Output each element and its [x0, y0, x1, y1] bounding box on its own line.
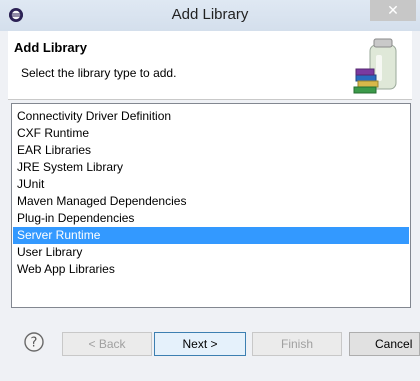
title-bar[interactable]: Add Library ✕ [0, 0, 420, 31]
library-type-list[interactable]: Connectivity Driver Definition CXF Runti… [11, 103, 411, 308]
header-description: Select the library type to add. [21, 66, 177, 80]
list-item[interactable]: JRE System Library [13, 159, 409, 176]
list-item[interactable]: Plug-in Dependencies [13, 210, 409, 227]
close-button[interactable]: ✕ [370, 0, 416, 21]
wizard-header: Add Library Select the library type to a… [8, 31, 412, 100]
list-item[interactable]: CXF Runtime [13, 125, 409, 142]
list-item[interactable]: Web App Libraries [13, 261, 409, 278]
finish-button[interactable]: Finish [252, 332, 342, 356]
list-item[interactable]: Maven Managed Dependencies [13, 193, 409, 210]
add-library-dialog: Add Library ✕ Add Library Select the lib… [0, 0, 420, 381]
list-item-selected[interactable]: Server Runtime [13, 227, 409, 244]
close-icon: ✕ [387, 2, 399, 18]
cancel-button[interactable]: Cancel [349, 332, 420, 356]
help-icon[interactable]: ? [24, 332, 44, 352]
header-title: Add Library [14, 40, 87, 55]
library-jar-books-icon [344, 35, 410, 95]
svg-text:?: ? [31, 336, 38, 351]
list-item[interactable]: EAR Libraries [13, 142, 409, 159]
next-button[interactable]: Next > [154, 332, 246, 356]
list-item[interactable]: Connectivity Driver Definition [13, 108, 409, 125]
list-item[interactable]: User Library [13, 244, 409, 261]
back-button[interactable]: < Back [62, 332, 152, 356]
list-item[interactable]: JUnit [13, 176, 409, 193]
window-title: Add Library [171, 6, 249, 23]
